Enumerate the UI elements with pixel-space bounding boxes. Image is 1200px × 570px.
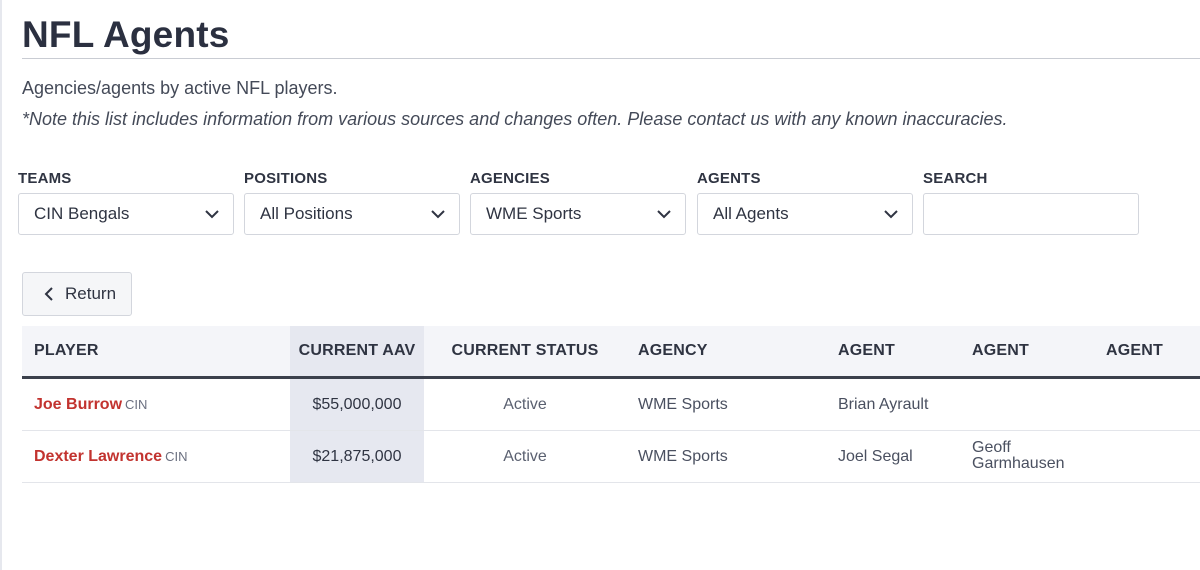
status-cell: Active — [424, 377, 626, 431]
agencies-filter-label: AGENCIES — [470, 170, 550, 187]
teams-filter-label: TEAMS — [18, 170, 72, 187]
chevron-down-icon — [657, 210, 671, 219]
title-divider — [22, 58, 1200, 59]
search-filter-label: SEARCH — [923, 170, 988, 187]
chevron-down-icon — [431, 210, 445, 219]
player-cell: Dexter Lawrence CIN — [22, 430, 290, 483]
agency-cell: WME Sports — [626, 377, 826, 431]
agent-2-cell — [960, 377, 1094, 431]
agent-3-cell — [1094, 430, 1200, 483]
return-button[interactable]: Return — [22, 272, 132, 316]
agencies-select-value: WME Sports — [486, 204, 582, 223]
return-button-label: Return — [65, 284, 117, 303]
column-header-current-status[interactable]: CURRENT STATUS — [424, 326, 626, 379]
agent-1-cell: Brian Ayrault — [826, 377, 960, 431]
player-team: CIN — [125, 396, 148, 412]
teams-select[interactable]: CIN Bengals — [18, 193, 234, 235]
agent-2-name: Geoff Garmhausen — [972, 439, 1065, 472]
positions-select-value: All Positions — [260, 204, 353, 223]
teams-select-value: CIN Bengals — [34, 204, 130, 223]
column-header-current-aav[interactable]: CURRENT AAV — [290, 326, 424, 379]
search-input[interactable] — [923, 193, 1139, 235]
positions-select[interactable]: All Positions — [244, 193, 460, 235]
aav-cell: $21,875,000 — [290, 430, 424, 483]
chevron-down-icon — [884, 210, 898, 219]
column-header-agent-1[interactable]: AGENT — [826, 326, 960, 379]
table-header-row: PLAYER CURRENT AAV CURRENT STATUS AGENCY… — [22, 326, 1200, 379]
agencies-filter: AGENCIES WME Sports — [470, 170, 686, 235]
agency-cell: WME Sports — [626, 430, 826, 483]
column-header-player[interactable]: PLAYER — [22, 326, 290, 379]
aav-cell: $55,000,000 — [290, 377, 424, 431]
agents-filter: AGENTS All Agents — [697, 170, 913, 235]
agent-1-cell: Joel Segal — [826, 430, 960, 483]
filter-bar: TEAMS CIN Bengals POSITIONS All Position… — [18, 170, 1148, 240]
column-header-agency[interactable]: AGENCY — [626, 326, 826, 379]
agents-filter-label: AGENTS — [697, 170, 761, 187]
page-title: NFL Agents — [22, 14, 230, 55]
table-row: Dexter Lawrence CIN $21,875,000 Active WM… — [22, 430, 1200, 483]
agents-select-value: All Agents — [713, 204, 789, 223]
positions-filter-label: POSITIONS — [244, 170, 328, 187]
agents-table: PLAYER CURRENT AAV CURRENT STATUS AGENCY… — [22, 326, 1200, 483]
player-team: CIN — [165, 448, 188, 464]
positions-filter: POSITIONS All Positions — [244, 170, 460, 235]
left-border — [0, 0, 2, 570]
agent-2-cell: Geoff Garmhausen — [960, 430, 1094, 483]
agent-3-cell — [1094, 377, 1200, 431]
player-link[interactable]: Dexter Lawrence — [34, 448, 162, 465]
status-cell: Active — [424, 430, 626, 483]
agencies-select[interactable]: WME Sports — [470, 193, 686, 235]
chevron-left-icon — [44, 287, 53, 301]
table-row: Joe Burrow CIN $55,000,000 Active WME Spo… — [22, 377, 1200, 431]
column-header-agent-2[interactable]: AGENT — [960, 326, 1094, 379]
search-filter: SEARCH — [923, 170, 1139, 235]
column-header-agent-3[interactable]: AGENT — [1094, 326, 1200, 379]
player-cell: Joe Burrow CIN — [22, 377, 290, 431]
teams-filter: TEAMS CIN Bengals — [18, 170, 234, 235]
player-link[interactable]: Joe Burrow — [34, 396, 122, 413]
page-note: *Note this list includes information fro… — [22, 109, 1008, 129]
agents-select[interactable]: All Agents — [697, 193, 913, 235]
page-subtitle: Agencies/agents by active NFL players. — [22, 78, 338, 98]
page: NFL Agents Agencies/agents by active NFL… — [0, 0, 1200, 570]
chevron-down-icon — [205, 210, 219, 219]
